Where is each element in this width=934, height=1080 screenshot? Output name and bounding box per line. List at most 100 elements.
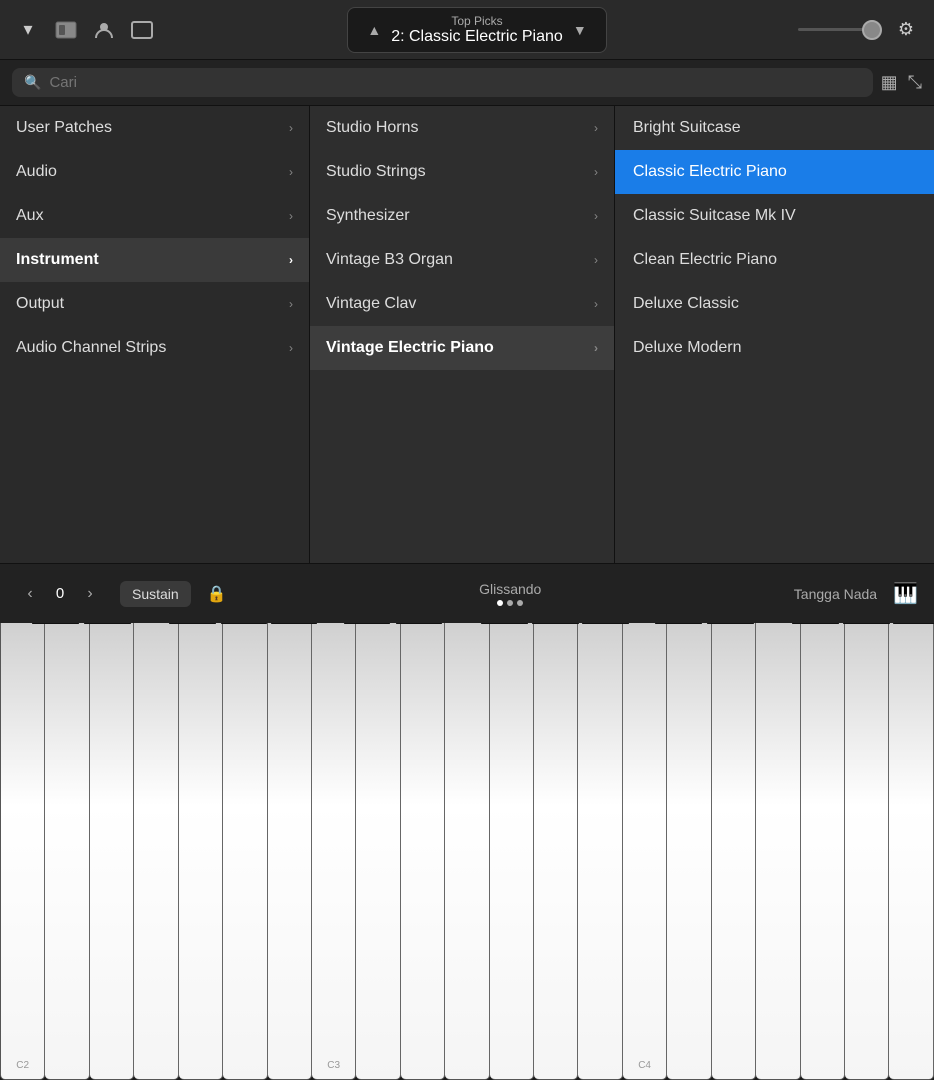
arrow-icon: › bbox=[594, 297, 598, 311]
instrument-label: Instrument bbox=[16, 251, 99, 269]
piano-key-c3[interactable]: C3 bbox=[312, 623, 356, 1080]
piano-key-c4[interactable]: C4 bbox=[623, 623, 667, 1080]
vintage-electric-piano-label: Vintage Electric Piano bbox=[326, 339, 494, 357]
dot-inactive bbox=[507, 600, 513, 606]
piano-key-b2[interactable] bbox=[268, 623, 312, 1080]
middle-item-synthesizer[interactable]: Synthesizer › bbox=[310, 194, 614, 238]
tangga-nada-label[interactable]: Tangga Nada bbox=[794, 586, 877, 602]
glissando-label: Glissando bbox=[243, 581, 778, 597]
piano-key-a3[interactable] bbox=[534, 623, 578, 1080]
piano-key-g2[interactable] bbox=[179, 623, 223, 1080]
piano-wrapper: C2 C3 C4 bbox=[0, 623, 934, 1080]
piano-key-f3[interactable] bbox=[445, 623, 489, 1080]
vintage-b3-organ-label: Vintage B3 Organ bbox=[326, 251, 453, 269]
middle-item-studio-horns[interactable]: Studio Horns › bbox=[310, 106, 614, 150]
piano-key-f4[interactable] bbox=[756, 623, 800, 1080]
piano-keyboard[interactable]: C2 C3 C4 bbox=[0, 623, 934, 1080]
right-item-clean-electric-piano[interactable]: Clean Electric Piano bbox=[615, 238, 934, 282]
grid-view-icon[interactable]: ▦ bbox=[881, 72, 898, 93]
piano-key-d3[interactable] bbox=[356, 623, 400, 1080]
volume-slider[interactable] bbox=[798, 28, 878, 31]
glissando-control: Glissando bbox=[243, 581, 778, 606]
synthesizer-label: Synthesizer bbox=[326, 207, 410, 225]
arrow-icon: › bbox=[594, 341, 598, 355]
arrow-icon: › bbox=[289, 341, 293, 355]
deluxe-modern-label: Deluxe Modern bbox=[633, 339, 742, 357]
piano-key-g4[interactable] bbox=[801, 623, 845, 1080]
sustain-button[interactable]: Sustain bbox=[120, 581, 191, 607]
clean-electric-piano-label: Clean Electric Piano bbox=[633, 251, 777, 269]
chevron-down-icon: ▼ bbox=[573, 22, 587, 38]
lock-icon[interactable]: 🔒 bbox=[207, 584, 227, 604]
search-input[interactable] bbox=[49, 74, 860, 91]
middle-item-vintage-b3-organ[interactable]: Vintage B3 Organ › bbox=[310, 238, 614, 282]
window-icon[interactable] bbox=[128, 16, 156, 44]
middle-item-studio-strings[interactable]: Studio Strings › bbox=[310, 150, 614, 194]
preset-selector[interactable]: ▲ Top Picks 2: Classic Electric Piano ▼ bbox=[347, 7, 607, 53]
piano-key-e4[interactable] bbox=[712, 623, 756, 1080]
collapse-icon[interactable]: ⤡ bbox=[908, 72, 922, 93]
sidebar-item-instrument[interactable]: Instrument › bbox=[0, 238, 309, 282]
sidebar-item-user-patches[interactable]: User Patches › bbox=[0, 106, 309, 150]
studio-horns-label: Studio Horns bbox=[326, 119, 419, 137]
sidebar-item-output[interactable]: Output › bbox=[0, 282, 309, 326]
classic-suitcase-mk-iv-label: Classic Suitcase Mk IV bbox=[633, 207, 796, 225]
search-bar: 🔍 ▦ ⤡ bbox=[0, 60, 934, 106]
classic-electric-piano-label: Classic Electric Piano bbox=[633, 163, 787, 181]
bright-suitcase-label: Bright Suitcase bbox=[633, 119, 741, 137]
arrow-icon: › bbox=[594, 253, 598, 267]
dropdown-icon[interactable]: ▾ bbox=[14, 16, 42, 44]
toolbar-center: ▲ Top Picks 2: Classic Electric Piano ▼ bbox=[156, 7, 798, 53]
right-item-classic-suitcase-mk-iv[interactable]: Classic Suitcase Mk IV bbox=[615, 194, 934, 238]
middle-panel: Studio Horns › Studio Strings › Synthesi… bbox=[310, 106, 615, 563]
main-content: User Patches › Audio › Aux › Instrument … bbox=[0, 106, 934, 563]
person-icon[interactable] bbox=[90, 16, 118, 44]
piano-key-b3[interactable] bbox=[578, 623, 622, 1080]
arrow-icon: › bbox=[289, 253, 293, 267]
chevron-up-icon: ▲ bbox=[367, 22, 381, 38]
preset-text: Top Picks 2: Classic Electric Piano bbox=[391, 14, 563, 46]
arrow-icon: › bbox=[289, 121, 293, 135]
audio-channel-strips-label: Audio Channel Strips bbox=[16, 339, 166, 357]
piano-key-d2[interactable] bbox=[45, 623, 89, 1080]
toolbar-left: ▾ bbox=[14, 16, 156, 44]
octave-controls: ‹ 0 › bbox=[16, 580, 104, 608]
arrow-icon: › bbox=[594, 121, 598, 135]
library-icon[interactable] bbox=[52, 16, 80, 44]
middle-item-vintage-electric-piano[interactable]: Vintage Electric Piano › bbox=[310, 326, 614, 370]
c2-label: C2 bbox=[16, 1060, 29, 1071]
search-wrapper[interactable]: 🔍 bbox=[12, 68, 873, 97]
preset-category: Top Picks bbox=[391, 14, 563, 28]
right-item-classic-electric-piano[interactable]: Classic Electric Piano bbox=[615, 150, 934, 194]
piano-key-c2[interactable]: C2 bbox=[0, 623, 45, 1080]
right-item-deluxe-modern[interactable]: Deluxe Modern bbox=[615, 326, 934, 370]
right-item-deluxe-classic[interactable]: Deluxe Classic bbox=[615, 282, 934, 326]
sidebar-item-aux[interactable]: Aux › bbox=[0, 194, 309, 238]
piano-key-a2[interactable] bbox=[223, 623, 267, 1080]
c4-label: C4 bbox=[638, 1060, 651, 1071]
top-toolbar: ▾ ▲ Top Picks 2: Classic Electric Piano bbox=[0, 0, 934, 60]
middle-item-vintage-clav[interactable]: Vintage Clav › bbox=[310, 282, 614, 326]
piano-key-e2[interactable] bbox=[90, 623, 134, 1080]
user-patches-label: User Patches bbox=[16, 119, 112, 137]
right-item-bright-suitcase[interactable]: Bright Suitcase bbox=[615, 106, 934, 150]
arrow-icon: › bbox=[289, 165, 293, 179]
octave-up-button[interactable]: › bbox=[76, 580, 104, 608]
piano-key-a4[interactable] bbox=[845, 623, 889, 1080]
search-right-icons: ▦ ⤡ bbox=[881, 72, 922, 93]
arrow-icon: › bbox=[594, 209, 598, 223]
piano-key-g3[interactable] bbox=[490, 623, 534, 1080]
piano-key-b4[interactable] bbox=[889, 623, 933, 1080]
sidebar-item-audio-channel-strips[interactable]: Audio Channel Strips › bbox=[0, 326, 309, 370]
keyboard-icon[interactable]: 🎹 bbox=[893, 581, 918, 606]
octave-value: 0 bbox=[52, 585, 68, 602]
right-panel: Bright Suitcase Classic Electric Piano C… bbox=[615, 106, 934, 563]
piano-key-e3[interactable] bbox=[401, 623, 445, 1080]
piano-key-f2[interactable] bbox=[134, 623, 178, 1080]
sidebar-item-audio[interactable]: Audio › bbox=[0, 150, 309, 194]
settings-icon[interactable]: ⚙ bbox=[892, 16, 920, 44]
glissando-dots bbox=[243, 600, 778, 606]
octave-down-button[interactable]: ‹ bbox=[16, 580, 44, 608]
arrow-icon: › bbox=[289, 297, 293, 311]
piano-key-d4[interactable] bbox=[667, 623, 711, 1080]
